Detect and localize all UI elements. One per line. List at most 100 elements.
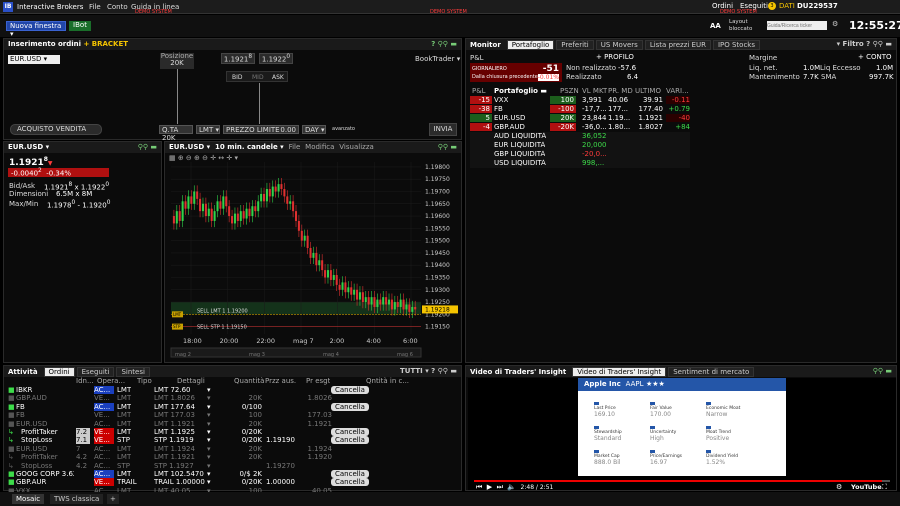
chart-menu-file[interactable]: File <box>289 143 301 151</box>
bid-option[interactable]: BID <box>232 74 243 81</box>
chart-menu-edit[interactable]: Modifica <box>305 143 334 151</box>
order-row[interactable]: ↳ ProfitTaker 7.2 VE... LMT LMT 1.1925 ▾ 0/20K C… <box>4 428 461 437</box>
play-icon[interactable]: ▶ <box>487 483 492 491</box>
mid-option[interactable]: MID <box>252 74 264 81</box>
bracket-label[interactable]: BRACKET <box>92 40 128 48</box>
new-window-button[interactable]: Nuova finestra ▾ <box>6 21 66 38</box>
settings-icon[interactable]: ⚙ <box>836 483 842 491</box>
tab-us-movers[interactable]: US Movers <box>595 40 643 50</box>
filter-all[interactable]: TUTTI <box>400 367 423 375</box>
tab-video[interactable]: Video di Traders' Insight <box>572 367 667 377</box>
col-change[interactable]: VARI... <box>666 87 689 95</box>
video-progress[interactable] <box>474 480 890 482</box>
filter-button[interactable]: ▾ Filtro ? ⚲⚲ ▬ <box>837 40 892 48</box>
order-row[interactable]: ↳ ProfitTaker 4.2 AC... LMT LMT 1.1921 ▾ 20K 1.1… <box>4 453 461 462</box>
order-detail-caret[interactable]: ▾ <box>207 411 211 419</box>
aa-button[interactable]: AA <box>710 22 721 30</box>
tab-eur-prices[interactable]: Lista prezzi EUR <box>644 40 711 50</box>
ask-price[interactable]: 1.19220 <box>259 53 293 64</box>
ask-option[interactable]: ASK <box>272 74 284 81</box>
order-row[interactable]: ■ GBP.AUR VE... TRAIL TRAIL 1.00000 ▾ 0/20K 1.0… <box>4 478 461 487</box>
tab-summary[interactable]: Sintesi <box>116 367 150 377</box>
order-detail-caret[interactable]: ▾ <box>207 478 211 486</box>
prev-icon[interactable]: ⏮ <box>476 483 482 491</box>
tab-favorites[interactable]: Preferiti <box>556 40 594 50</box>
order-row[interactable]: ■ GBP.AUD VE... LMT LMT 1.8026 ▾ 20K 1.8026 <box>4 394 461 403</box>
chart-symbol[interactable]: EUR.USD <box>169 143 204 151</box>
account-button[interactable]: + CONTO <box>858 53 892 61</box>
fullscreen-icon[interactable]: ⛶ <box>882 483 887 492</box>
orders-link[interactable]: Ordini <box>712 2 733 10</box>
chart-toolbar[interactable]: ▦ ⊕ ⊖ ⊕ ⊖ ✛ ↔ ✛ ▾ <box>169 154 238 162</box>
col-qty[interactable]: Quantità <box>234 377 264 385</box>
col-qty-course[interactable]: Qntità in c... <box>366 377 409 385</box>
col-details[interactable]: Dettagli <box>177 377 205 385</box>
profile-button[interactable]: + PROFILO <box>596 53 634 61</box>
search-input[interactable] <box>767 21 827 30</box>
order-detail-caret[interactable]: ▾ <box>207 420 211 428</box>
executed-link[interactable]: Eseguiti <box>740 2 768 10</box>
portfolio-row[interactable]: -38 FB -100 -17,7... 177... 177.40 +0.79 <box>470 105 690 114</box>
portfolio-row[interactable]: -4 GBP.AUD -20K -36,0... 1.80... 1.8027 +84 <box>470 123 690 132</box>
cancel-button[interactable]: Cancella <box>331 386 369 394</box>
col-pl[interactable]: P&L <box>472 87 486 95</box>
order-row[interactable]: ■ EUR.USD 7 AC... LMT LMT 1.1924 ▾ 20K 1.1924 <box>4 445 461 454</box>
candlestick-chart[interactable]: 1.19800 1.19750 1.19700 1.19650 1.19600 1.195… <box>169 162 459 360</box>
send-button[interactable]: INVIA <box>429 123 457 136</box>
col-type[interactable]: Tipo <box>137 377 152 385</box>
col-position[interactable]: PSZN <box>560 87 579 95</box>
tab-executions[interactable]: Eseguiti <box>76 367 115 377</box>
next-icon[interactable]: ⏭ <box>497 483 503 491</box>
ibot-button[interactable]: IBot <box>69 21 91 31</box>
volume-icon[interactable]: 🔈 <box>507 483 516 491</box>
cash-row[interactable]: USD LIQUIDITÀ 998,... <box>470 159 690 168</box>
cancel-button[interactable]: Cancella <box>331 436 369 445</box>
cash-row[interactable]: EUR LIQUIDITÀ 20,000 <box>470 141 690 150</box>
limit-price-field[interactable]: PREZZO LIMITE 0.00 <box>223 125 299 134</box>
buy-sell-toggle[interactable]: ACQUISTO VENDITA <box>10 124 102 135</box>
order-detail-caret[interactable]: ▾ <box>207 394 211 402</box>
add-tab-button[interactable]: + <box>107 494 119 504</box>
order-detail-caret[interactable]: ▾ <box>207 386 211 394</box>
cancel-button[interactable]: Cancella <box>331 478 369 487</box>
youtube-logo[interactable]: YouTube <box>851 483 882 491</box>
chart-navigator[interactable] <box>170 347 422 358</box>
chart-menu-view[interactable]: Visualizza <box>339 143 373 151</box>
order-detail-caret[interactable]: ▾ <box>207 470 211 478</box>
order-row[interactable]: ↳ StopLoss 4.2 AC... STP STP 1.1927 ▾ 1.19270 <box>4 462 461 471</box>
portfolio-row[interactable]: 5 EUR.USD 20K 23,844 1.19... 1.1921 -40 <box>470 114 690 123</box>
order-row[interactable]: ■GOOG CORP 3.62... AC...LMT LMT 102.5470▾ 0… <box>4 470 461 479</box>
menu-conto[interactable]: Conto <box>107 3 128 11</box>
order-row[interactable]: ■ IBKR AC... LMT LMT 72.60 ▾ Cancella <box>4 386 461 395</box>
tab-mosaic[interactable]: Mosaic <box>12 494 45 504</box>
tab-classic[interactable]: TWS classica <box>50 494 104 504</box>
tab-orders[interactable]: Ordini <box>43 367 75 377</box>
qty-field[interactable]: Q.TA 20K <box>159 125 193 142</box>
order-row[interactable]: ■ FB AC... LMT LMT 177.64 ▾ 0/100 Cancella <box>4 402 461 412</box>
portfolio-row[interactable]: -15 VXX 100 3,991 40.06 39.91 -0.11 <box>470 96 690 105</box>
col-mkt-value[interactable]: VL MKT <box>582 87 607 95</box>
chart-interval[interactable]: 10 min. candele <box>215 143 278 151</box>
tab-portfolio[interactable]: Portafoglio <box>506 40 555 50</box>
cancel-button[interactable]: Cancella <box>331 470 369 478</box>
tif-select[interactable]: DAY ▾ <box>302 125 326 134</box>
col-last[interactable]: ULTIMO <box>635 87 661 95</box>
cash-row[interactable]: GBP LIQUIDITÀ -20,0... <box>470 150 690 159</box>
symbol-select[interactable]: EUR.USD ▾ <box>8 55 60 64</box>
order-detail-caret[interactable]: ▾ <box>207 445 211 453</box>
booktrader-link[interactable]: BookTrader ▾ <box>415 55 460 63</box>
col-avg-price[interactable]: PR. MD <box>608 87 633 95</box>
order-detail-caret[interactable]: ▾ <box>207 436 211 444</box>
col-portfolio[interactable]: Portafoglio ▬ <box>494 87 547 95</box>
col-id[interactable]: Idn... <box>76 377 94 385</box>
order-row[interactable]: ■ EUR.USD AC... LMT LMT 1.1921 ▾ 20K 1.1921 <box>4 420 461 429</box>
advanced-toggle[interactable]: avanzato <box>332 126 355 132</box>
col-aux-price[interactable]: Przz aus. <box>265 377 296 385</box>
col-op[interactable]: Opera... <box>97 377 125 385</box>
order-row[interactable]: ■ FB VE... LMT LMT 177.03 ▾ 100 177.03 <box>4 411 461 420</box>
bid-price[interactable]: 1.19218 <box>221 53 255 64</box>
cancel-button[interactable]: Cancella <box>331 428 369 436</box>
video-player[interactable]: Apple Inc AAPL ★★★ Last Price 169.10 Fair … <box>468 378 896 492</box>
gear-icon[interactable]: ⚙ <box>832 20 838 28</box>
cash-row[interactable]: AUD LIQUIDITÀ 36,052 <box>470 132 690 141</box>
